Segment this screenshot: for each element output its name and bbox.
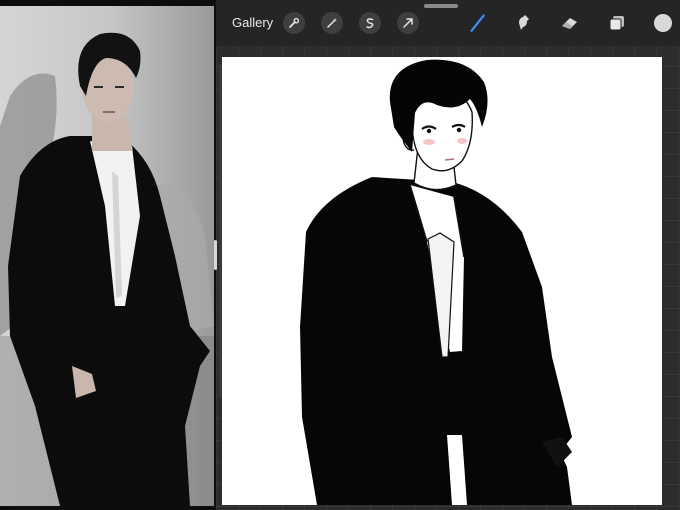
selection-icon [364, 17, 376, 29]
wrench-icon [288, 17, 300, 29]
eraser-button[interactable] [559, 12, 581, 34]
reference-photo [0, 6, 214, 506]
reference-photo-panel[interactable] [0, 0, 216, 510]
adjustments-button[interactable] [321, 12, 343, 34]
color-button[interactable] [652, 12, 674, 34]
brush-button[interactable] [466, 12, 488, 34]
selection-button[interactable] [359, 12, 381, 34]
drawing-canvas[interactable] [222, 57, 662, 505]
brush-icon [467, 13, 487, 33]
smudge-button[interactable] [512, 12, 534, 34]
layers-icon [608, 14, 626, 32]
eraser-icon [560, 15, 580, 31]
line-art-illustration [300, 59, 572, 505]
magic-wand-icon [326, 17, 338, 29]
color-swatch [654, 14, 672, 32]
split-view-handle[interactable] [214, 240, 217, 270]
actions-button[interactable] [283, 12, 305, 34]
layers-button[interactable] [606, 12, 628, 34]
top-grabber[interactable] [424, 4, 458, 8]
gallery-button[interactable]: Gallery [232, 15, 273, 30]
transform-icon [402, 17, 414, 29]
smudge-icon [514, 14, 532, 32]
transform-button[interactable] [397, 12, 419, 34]
